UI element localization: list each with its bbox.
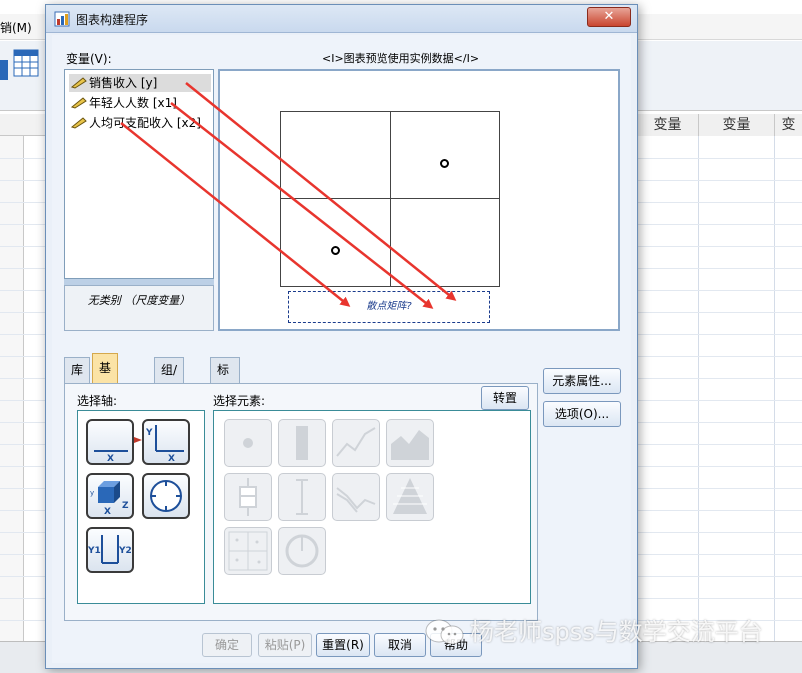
options-button[interactable]: 选项(O)... (543, 401, 621, 427)
basic-elements-panel: 选择轴: 选择元素: 转置 X Y X y X Z Y1 Y2 (64, 383, 538, 621)
svg-text:X: X (107, 454, 114, 463)
matrix-divider (281, 198, 499, 199)
variable-view-icon[interactable] (12, 48, 40, 78)
transpose-button[interactable]: 转置 (481, 386, 529, 410)
close-button[interactable]: ✕ (587, 7, 631, 27)
variable-item-x2[interactable]: 人均可支配收入 [x2] (69, 114, 201, 132)
svg-text:Y2: Y2 (118, 546, 132, 556)
column-header[interactable]: 变 (774, 114, 802, 136)
tab-gallery[interactable]: 库 (64, 357, 91, 383)
polar-axis-button[interactable] (142, 473, 190, 519)
column-header[interactable]: 变量 (636, 114, 698, 136)
population-pyramid-element-button[interactable] (386, 473, 434, 521)
column-header[interactable]: 变量 (698, 114, 774, 136)
sample-point (331, 246, 340, 255)
scale-ruler-icon (71, 97, 87, 109)
watermark-text: 杨老师spss与数学交流平台 (470, 618, 763, 646)
boxplot-element-button[interactable] (224, 473, 272, 521)
scatter-matrix-preview (280, 111, 500, 287)
tab-groups-point-id[interactable]: 组/点 ID (154, 357, 185, 425)
dialog-titlebar[interactable]: 图表构建程序 ✕ (46, 5, 637, 33)
scale-ruler-icon (71, 117, 87, 129)
sample-point (440, 159, 449, 168)
cancel-button[interactable]: 取消 (374, 633, 426, 657)
xyz-axis-cube-icon: y X Z (90, 481, 129, 517)
error-bar-element-button[interactable] (278, 473, 326, 521)
choose-axes-label: 选择轴: (77, 394, 118, 408)
dual-y-axis-button[interactable]: Y1 Y2 (86, 527, 134, 573)
bar-element-button[interactable] (278, 419, 326, 467)
element-properties-button[interactable]: 元素属性... (543, 368, 621, 394)
row-number-column (0, 136, 24, 641)
x-axis-icon: X (94, 450, 128, 464)
pie-icon (285, 534, 319, 568)
scatter-matrix-icon (228, 531, 268, 571)
variables-label: 变量(V): (66, 52, 112, 66)
choose-elements-label: 选择元素: (213, 394, 266, 408)
svg-text:Z: Z (122, 501, 129, 511)
ok-button[interactable]: 确定 (202, 633, 252, 657)
error-bar-icon (296, 479, 308, 515)
grid-line (698, 136, 699, 641)
point-element-button[interactable] (224, 419, 272, 467)
point-icon (243, 438, 253, 448)
svg-text:X: X (168, 454, 175, 463)
pie-element-button[interactable] (278, 527, 326, 575)
toolbar-icon[interactable] (0, 60, 8, 80)
reset-button[interactable]: 重置(R) (316, 633, 370, 657)
chart-preview-canvas[interactable]: 散点矩阵? (218, 69, 620, 331)
axes-selector: X Y X y X Z Y1 Y2 (77, 410, 205, 604)
line-element-button[interactable] (332, 419, 380, 467)
dual-line-element-button[interactable] (332, 473, 380, 521)
chart-builder-icon (54, 11, 70, 27)
variable-list[interactable]: 销售收入 [y] 年轻人人数 [x1] 人均可支配收入 [x2] (64, 69, 214, 279)
variable-item-y[interactable]: 销售收入 [y] (69, 74, 211, 92)
dialog-title: 图表构建程序 (76, 13, 149, 27)
preview-label: <I>图表预览使用实例数据</I> (322, 52, 480, 65)
pyramid-icon (393, 478, 427, 514)
boxplot-icon (239, 478, 257, 516)
scatter-matrix-element-button[interactable] (224, 527, 272, 575)
xyz-axis-3d-button[interactable]: y X Z (86, 473, 134, 519)
variable-label: 人均可支配收入 [x2] (89, 116, 201, 130)
area-element-button[interactable] (386, 419, 434, 467)
variable-label: 年轻人人数 [x1] (89, 96, 177, 110)
line-icon (336, 427, 376, 457)
chart-builder-dialog: 图表构建程序 ✕ 变量(V): <I>图表预览使用实例数据</I> 销售收入 [… (45, 4, 638, 669)
svg-text:Y: Y (145, 428, 153, 438)
wechat-icon (425, 619, 464, 645)
tab-titles-footnotes[interactable]: 标题/脚注 (210, 357, 241, 449)
elements-selector (213, 410, 531, 604)
matrix-divider (390, 112, 391, 286)
scale-ruler-icon (71, 77, 87, 89)
xy-axis-2d-button[interactable]: Y X (142, 419, 190, 465)
x-axis-1d-button[interactable]: X (86, 419, 134, 465)
menu-item-cancel[interactable]: 销(M) (0, 19, 32, 36)
svg-text:X: X (104, 507, 111, 517)
variable-item-x1[interactable]: 年轻人人数 [x1] (69, 94, 177, 112)
dual-line-icon (336, 487, 376, 513)
bar-icon (296, 426, 308, 460)
dialog-body: 变量(V): <I>图表预览使用实例数据</I> 销售收入 [y] 年轻人人数 … (52, 35, 631, 663)
svg-text:Y1: Y1 (88, 546, 101, 556)
paste-button[interactable]: 粘贴(P) (258, 633, 312, 657)
xy-axis-icon: Y X (145, 425, 184, 464)
tab-basic-elements[interactable]: 基本元素 (92, 353, 119, 459)
matrix-drop-zone[interactable]: 散点矩阵? (288, 291, 490, 323)
polar-axis-icon (150, 480, 182, 512)
variable-label: 销售收入 [y] (89, 76, 158, 90)
area-icon (391, 430, 429, 460)
svg-text:y: y (90, 489, 94, 497)
category-info-box: 无类别 （尺度变量） (64, 285, 214, 331)
grid-line (774, 136, 775, 641)
dual-y-axis-icon: Y1 Y2 (87, 535, 132, 564)
